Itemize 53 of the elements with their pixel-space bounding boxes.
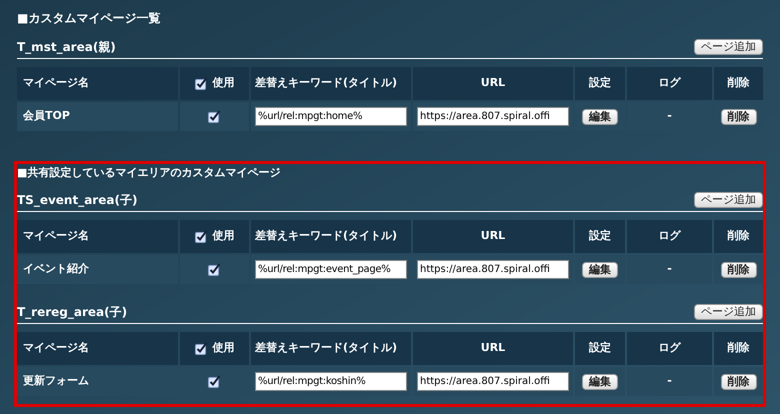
column-header: マイページ名 — [23, 228, 89, 244]
area-title: T_rereg_area(子) — [17, 304, 128, 320]
page-name: 更新フォーム — [23, 373, 89, 390]
area-title: TS_event_area(子) — [17, 192, 138, 208]
url-field[interactable]: https://area.807.spiral.offi — [417, 372, 569, 391]
log-value: - — [667, 373, 672, 390]
log-value: - — [667, 108, 672, 124]
column-header: URL — [480, 75, 506, 92]
delete-button[interactable]: 削除 — [720, 108, 756, 124]
edit-button[interactable]: 編集 — [582, 374, 618, 390]
column-header: 使用 — [212, 75, 234, 92]
keyword-field[interactable]: %url/rel:mpgt:home% — [255, 107, 407, 126]
column-header: 削除 — [728, 228, 750, 244]
column-header: URL — [480, 228, 506, 244]
column-header: 使用 — [212, 340, 234, 356]
add-page-button[interactable]: ページ追加 — [694, 192, 763, 208]
column-header: 差替えキーワード(タイトル) — [255, 228, 398, 244]
column-header: 使用 — [212, 228, 234, 244]
column-header: URL — [480, 340, 506, 356]
column-header: マイページ名 — [23, 75, 89, 92]
url-field[interactable]: https://area.807.spiral.offi — [417, 107, 569, 126]
edit-button[interactable]: 編集 — [582, 262, 618, 278]
column-header: 設定 — [589, 340, 611, 356]
section-title: ■共有設定しているマイエリアのカスタムマイページ — [17, 165, 282, 180]
column-header: 差替えキーワード(タイトル) — [255, 340, 398, 356]
column-header: ログ — [658, 228, 680, 244]
url-field[interactable]: https://area.807.spiral.offi — [417, 260, 569, 279]
column-header: 削除 — [728, 75, 750, 92]
delete-button[interactable]: 削除 — [720, 262, 756, 278]
column-header: 削除 — [728, 340, 750, 356]
checkbox[interactable] — [194, 230, 208, 243]
edit-button[interactable]: 編集 — [582, 108, 618, 124]
delete-button[interactable]: 削除 — [720, 374, 756, 390]
checkbox[interactable] — [194, 77, 208, 90]
column-header: 設定 — [589, 228, 611, 244]
add-page-button[interactable]: ページ追加 — [694, 304, 763, 320]
checkbox[interactable] — [208, 110, 221, 123]
area-title: T_mst_area(親) — [17, 39, 116, 55]
column-header: 設定 — [589, 75, 611, 92]
column-header: ログ — [658, 340, 680, 356]
column-header: ログ — [658, 75, 680, 92]
keyword-field[interactable]: %url/rel:mpgt:koshin% — [255, 372, 407, 391]
log-value: - — [667, 261, 672, 278]
checkbox[interactable] — [208, 375, 221, 388]
keyword-field[interactable]: %url/rel:mpgt:event_page% — [255, 260, 407, 279]
add-page-button[interactable]: ページ追加 — [694, 39, 763, 55]
column-header: マイページ名 — [23, 340, 89, 356]
checkbox[interactable] — [208, 263, 221, 276]
column-header: 差替えキーワード(タイトル) — [255, 75, 398, 92]
page-name: 会員TOP — [23, 108, 70, 124]
page-name: イベント紹介 — [23, 261, 89, 278]
page-title: ■カスタムマイページ一覧 — [17, 10, 162, 26]
checkbox[interactable] — [194, 342, 208, 355]
